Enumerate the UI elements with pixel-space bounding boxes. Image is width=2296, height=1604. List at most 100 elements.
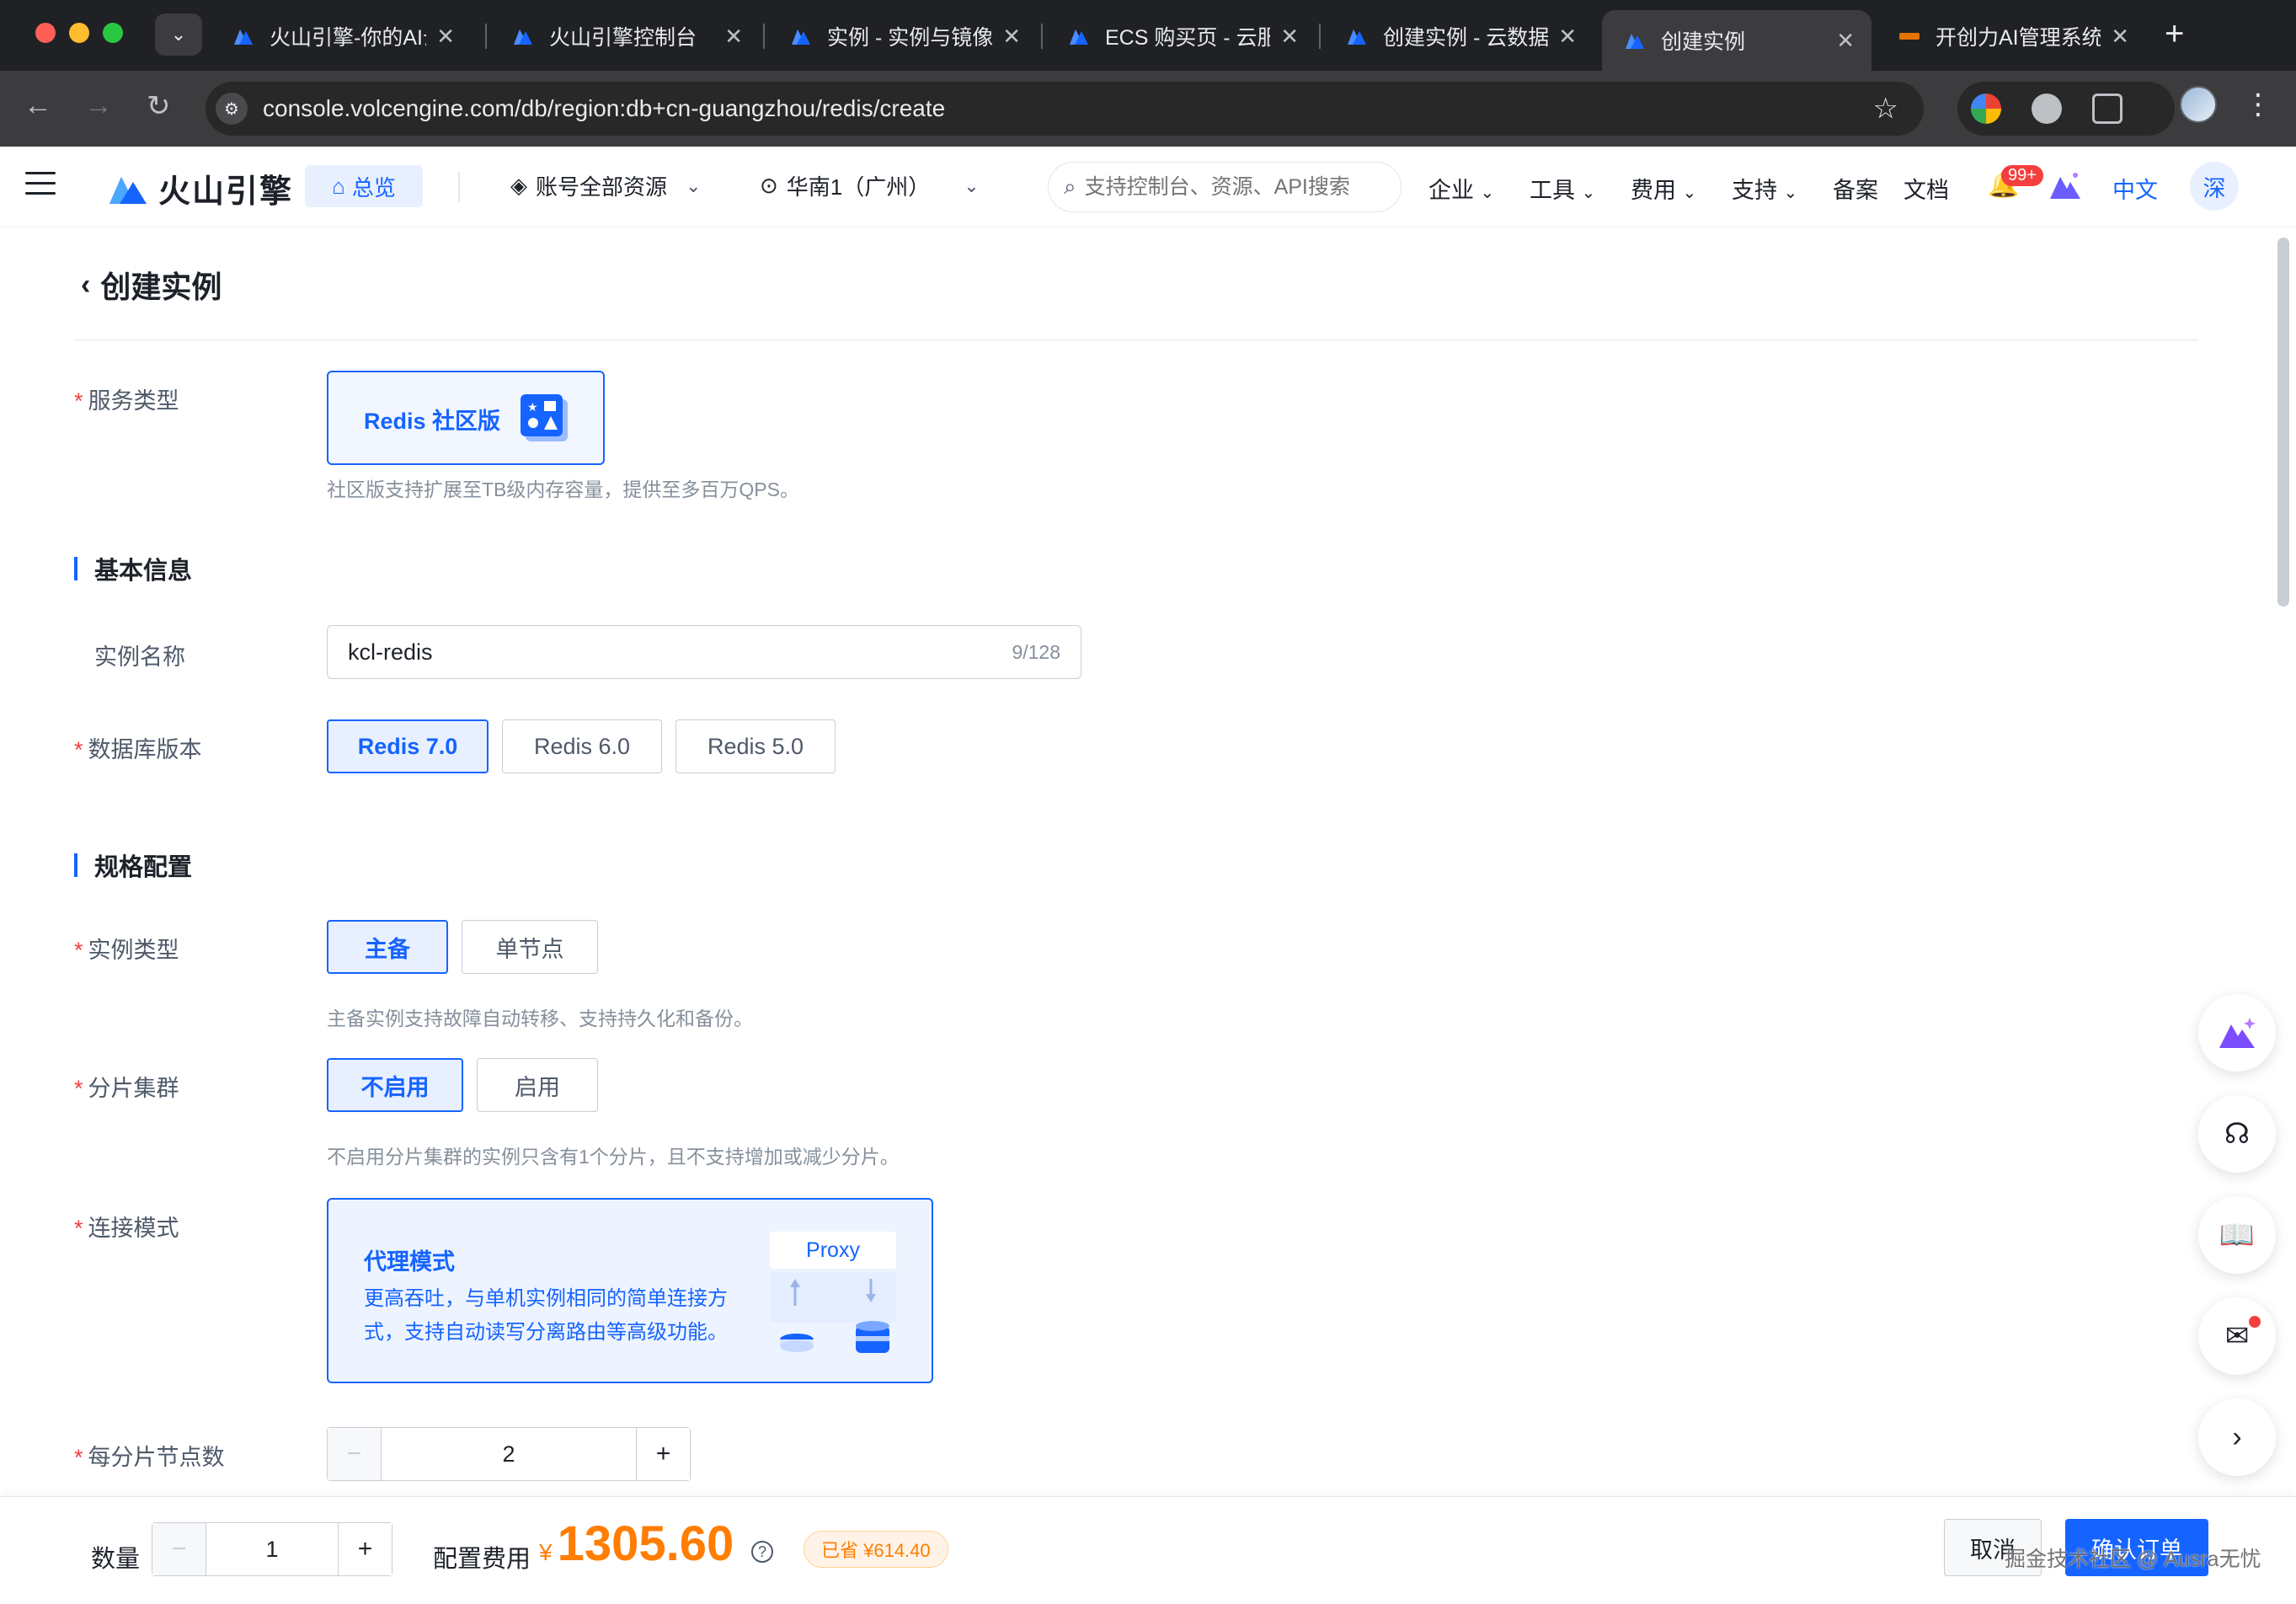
db-version-option-5[interactable]: Redis 5.0 <box>675 719 836 773</box>
headset-icon: ☊ <box>2224 1118 2251 1150</box>
section-spec-config: 规格配置 <box>74 847 192 883</box>
tab-title: 创建实例 <box>1661 30 1746 54</box>
profile-avatar[interactable] <box>2180 86 2217 123</box>
currency-symbol: ¥ <box>539 1539 553 1565</box>
db-version-option-7[interactable]: Redis 7.0 <box>327 719 489 773</box>
window-minimize-button[interactable] <box>69 23 89 43</box>
nodes-per-shard-value[interactable]: 2 <box>382 1428 636 1480</box>
menu-support[interactable]: 支持 ⌄ <box>1732 172 1797 205</box>
tab-title: 火山引擎控制台 <box>549 26 697 50</box>
menu-tools[interactable]: 工具 ⌄ <box>1530 172 1595 205</box>
service-type-card-redis-community[interactable]: Redis 社区版 ★ <box>327 371 605 465</box>
extension-cloud-icon[interactable] <box>2032 94 2062 124</box>
more-menu-icon[interactable]: ⋮ <box>2244 88 2272 121</box>
browser-toolbar: ← → ↻ ⚙ console.volcengine.com/db/region… <box>0 71 2296 147</box>
tab-title: 创建实例 - 云数据 <box>1383 26 1549 50</box>
extension-color-icon[interactable] <box>1971 94 2001 124</box>
menu-billing[interactable]: 费用 ⌄ <box>1631 172 1696 205</box>
decrement-button[interactable]: − <box>328 1428 382 1480</box>
reload-icon[interactable]: ↻ <box>147 89 171 123</box>
browser-tab-active[interactable]: 创建实例 ✕ <box>1602 10 1872 71</box>
increment-button[interactable]: + <box>636 1428 690 1480</box>
db-version-option-6[interactable]: Redis 6.0 <box>502 719 662 773</box>
close-icon[interactable]: ✕ <box>724 24 743 50</box>
browser-tab[interactable]: 火山引擎控制台 ✕ <box>490 10 760 62</box>
price-value: 1305.60 <box>557 1516 734 1571</box>
browser-tab[interactable]: ECS 购买页 - 云服 ✕ <box>1046 10 1316 62</box>
volcengine-logo[interactable]: 火山引擎 <box>108 165 293 211</box>
collapse-fab[interactable]: › <box>2198 1398 2276 1476</box>
close-icon[interactable]: ✕ <box>1836 28 1855 54</box>
instance-type-option-single-node[interactable]: 单节点 <box>462 920 598 974</box>
close-icon[interactable]: ✕ <box>1280 24 1299 50</box>
svg-text:★: ★ <box>527 401 538 414</box>
db-version-label: * 数据库版本 <box>74 737 202 762</box>
close-icon[interactable]: ✕ <box>1558 24 1577 50</box>
extensions-puzzle-icon[interactable] <box>2092 94 2122 124</box>
address-bar[interactable]: ⚙ console.volcengine.com/db/region:db+cn… <box>206 82 1924 136</box>
instance-type-option-primary-standby[interactable]: 主备 <box>327 920 448 974</box>
browser-tab[interactable]: 创建实例 - 云数据 ✕ <box>1324 10 1594 62</box>
ai-assistant-icon[interactable] <box>2048 170 2082 200</box>
quantity-label: 数量 <box>91 1546 141 1573</box>
bookmark-star-icon[interactable]: ☆ <box>1873 92 1898 126</box>
hamburger-menu-icon[interactable] <box>25 172 56 197</box>
quantity-value[interactable]: 1 <box>206 1523 338 1575</box>
instance-name-field[interactable]: 9/128 <box>327 625 1081 679</box>
menu-enterprise[interactable]: 企业 ⌄ <box>1428 172 1494 205</box>
overview-button[interactable]: ⌂ 总览 <box>305 165 423 207</box>
browser-tab[interactable]: 实例 - 实例与镜像 ✕ <box>768 10 1038 62</box>
link-icp-filing[interactable]: 备案 <box>1833 172 1878 205</box>
documentation-fab[interactable]: 📖 <box>2198 1196 2276 1274</box>
feedback-fab[interactable]: ✉ <box>2198 1297 2276 1375</box>
region-select[interactable]: ⊙ 华南1（广州） ⌄ <box>760 170 980 201</box>
instance-type-label: * 实例类型 <box>74 938 179 963</box>
volcengine-logo-icon <box>109 176 147 204</box>
link-docs[interactable]: 文档 <box>1904 172 1949 205</box>
service-type-label: * 服务类型 <box>74 388 179 414</box>
resource-scope-select[interactable]: ◈ 账号全部资源 ⌄ <box>510 170 701 201</box>
customer-service-fab[interactable]: ☊ <box>2198 1095 2276 1173</box>
back-arrow-icon[interactable]: ← <box>24 89 52 122</box>
close-icon[interactable]: ✕ <box>436 24 455 50</box>
language-switch[interactable]: 中文 <box>2112 172 2158 205</box>
chevron-down-icon: ⌄ <box>686 174 702 196</box>
page-scrollbar-thumb[interactable] <box>2277 238 2289 607</box>
increment-button[interactable]: + <box>338 1523 392 1575</box>
window-zoom-button[interactable] <box>103 23 123 43</box>
section-basic-info: 基本信息 <box>74 551 192 586</box>
chevron-down-icon: ⌄ <box>1783 184 1798 202</box>
instance-type-hint: 主备实例支持故障自动转移、支持持久化和备份。 <box>327 1008 753 1029</box>
decrement-button[interactable]: − <box>152 1523 206 1575</box>
instance-name-input[interactable] <box>348 639 1012 666</box>
chevron-down-icon: ⌄ <box>1480 184 1495 202</box>
browser-tab[interactable]: 火山引擎-你的AI云 ✕ <box>211 10 472 62</box>
chevron-left-icon[interactable]: ‹ <box>81 269 90 302</box>
total-price: ¥ 1305.60 <box>539 1516 734 1572</box>
shard-option-disabled[interactable]: 不启用 <box>327 1058 463 1112</box>
region-label: 华南1（广州） <box>786 174 931 200</box>
savings-badge: 已省 ¥614.40 <box>804 1531 948 1568</box>
kaichuangli-favicon-icon <box>1899 33 1920 40</box>
nodes-per-shard-stepper: − 2 + <box>327 1427 691 1481</box>
new-tab-button[interactable]: + <box>2165 15 2184 53</box>
browser-tab[interactable]: 开创力AI管理系统 ✕ <box>1877 10 2146 62</box>
ai-assistant-fab[interactable] <box>2198 994 2276 1072</box>
close-icon[interactable]: ✕ <box>1002 24 1021 50</box>
page-title-text: 创建实例 <box>100 270 222 304</box>
search-input[interactable] <box>1084 174 1371 200</box>
unread-dot <box>2249 1316 2261 1328</box>
search-icon: ⌕ <box>1064 174 1076 199</box>
question-circle-icon[interactable]: ? <box>751 1541 773 1563</box>
close-icon[interactable]: ✕ <box>2111 24 2129 50</box>
window-close-button[interactable] <box>35 23 56 43</box>
tab-search-button[interactable]: ⌄ <box>155 13 202 56</box>
site-settings-icon[interactable]: ⚙ <box>216 93 248 125</box>
user-avatar[interactable]: 深 <box>2190 162 2239 211</box>
console-search[interactable]: ⌕ <box>1048 162 1402 212</box>
shard-option-enabled[interactable]: 启用 <box>477 1058 598 1112</box>
nodes-per-shard-label: * 每分片节点数 <box>74 1445 225 1470</box>
forward-arrow-icon[interactable]: → <box>84 89 113 122</box>
connect-mode-card-proxy[interactable]: 代理模式 更高吞吐，与单机实例相同的简单连接方式，支持自动读写分离路由等高级功能… <box>327 1198 933 1383</box>
logo-text: 火山引擎 <box>158 174 294 210</box>
